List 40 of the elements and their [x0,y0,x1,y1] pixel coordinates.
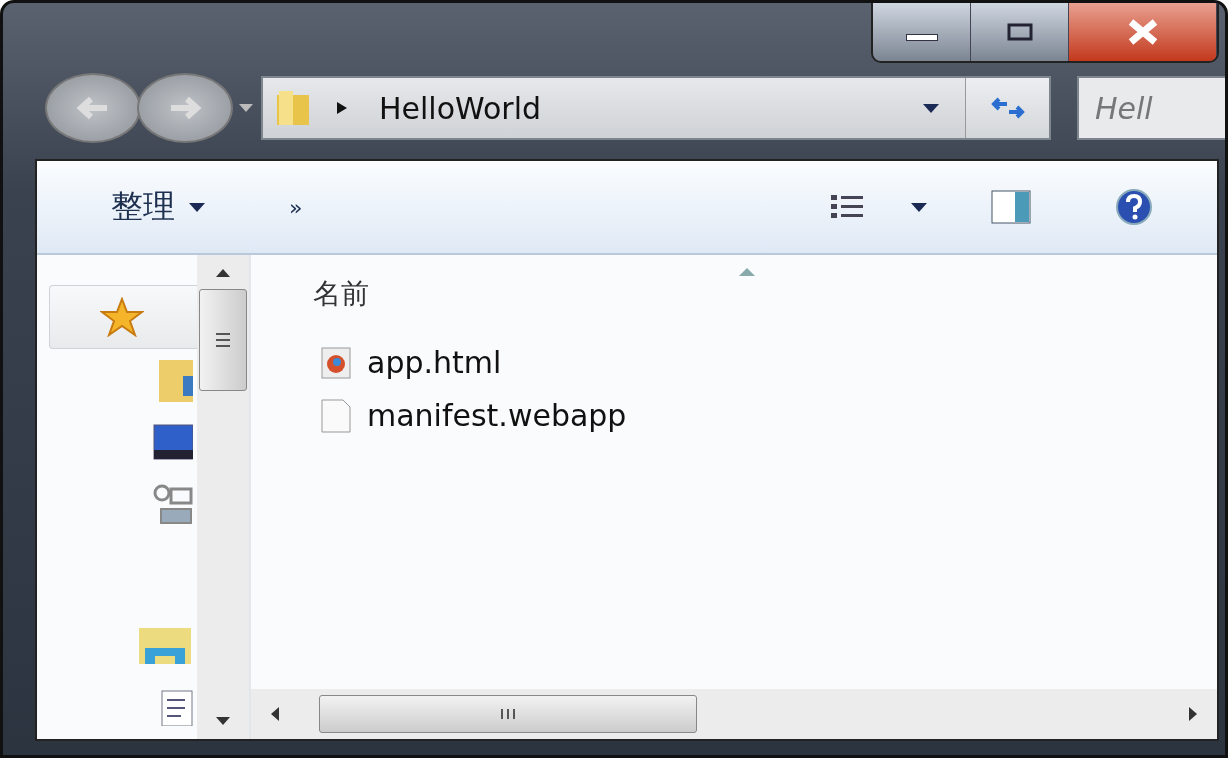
column-header[interactable]: 名前 [313,275,369,313]
monitor-icon [153,424,193,460]
file-item[interactable]: app.html [321,345,502,380]
folder-icon [137,626,193,666]
preview-pane-icon[interactable] [991,190,1031,224]
sort-arrow-icon [739,268,755,276]
down-arrow-icon[interactable] [216,717,230,725]
close-button[interactable] [1069,3,1217,61]
refresh-icon [990,96,1025,120]
right-arrow-icon[interactable] [1189,707,1197,721]
folder-icon [275,89,311,127]
html-file-icon [321,346,351,379]
maximize-icon [1005,22,1034,42]
vertical-scrollbar[interactable] [197,255,249,739]
network-icon [153,483,193,525]
caret-icon[interactable] [911,202,927,212]
more-button[interactable]: » [283,193,309,221]
minimize-icon [905,33,938,41]
up-arrow-icon[interactable] [216,269,230,277]
file-icon [321,398,351,433]
scroll-thumb[interactable] [319,695,697,733]
file-item[interactable]: manifest.webapp [321,398,627,433]
star-icon [99,297,144,337]
view-list-icon[interactable] [831,194,865,220]
scroll-thumb[interactable] [199,289,247,391]
help-icon[interactable] [1115,188,1153,226]
document-icon [161,690,193,726]
refresh-button[interactable] [965,78,1049,138]
minimize-button[interactable] [873,3,971,61]
left-arrow-icon[interactable] [271,707,279,721]
organize-button[interactable]: 整理 [105,184,211,230]
folder-icon [157,358,193,402]
path-text: HelloWorld [379,90,541,126]
arrow-icon [337,102,347,114]
search-field[interactable]: Hell [1077,76,1225,140]
maximize-button[interactable] [971,3,1069,61]
caret-icon [189,202,205,212]
caret-icon[interactable] [923,103,939,113]
address-bar[interactable]: HelloWorld [261,76,1051,140]
horizontal-scrollbar[interactable] [251,689,1217,739]
